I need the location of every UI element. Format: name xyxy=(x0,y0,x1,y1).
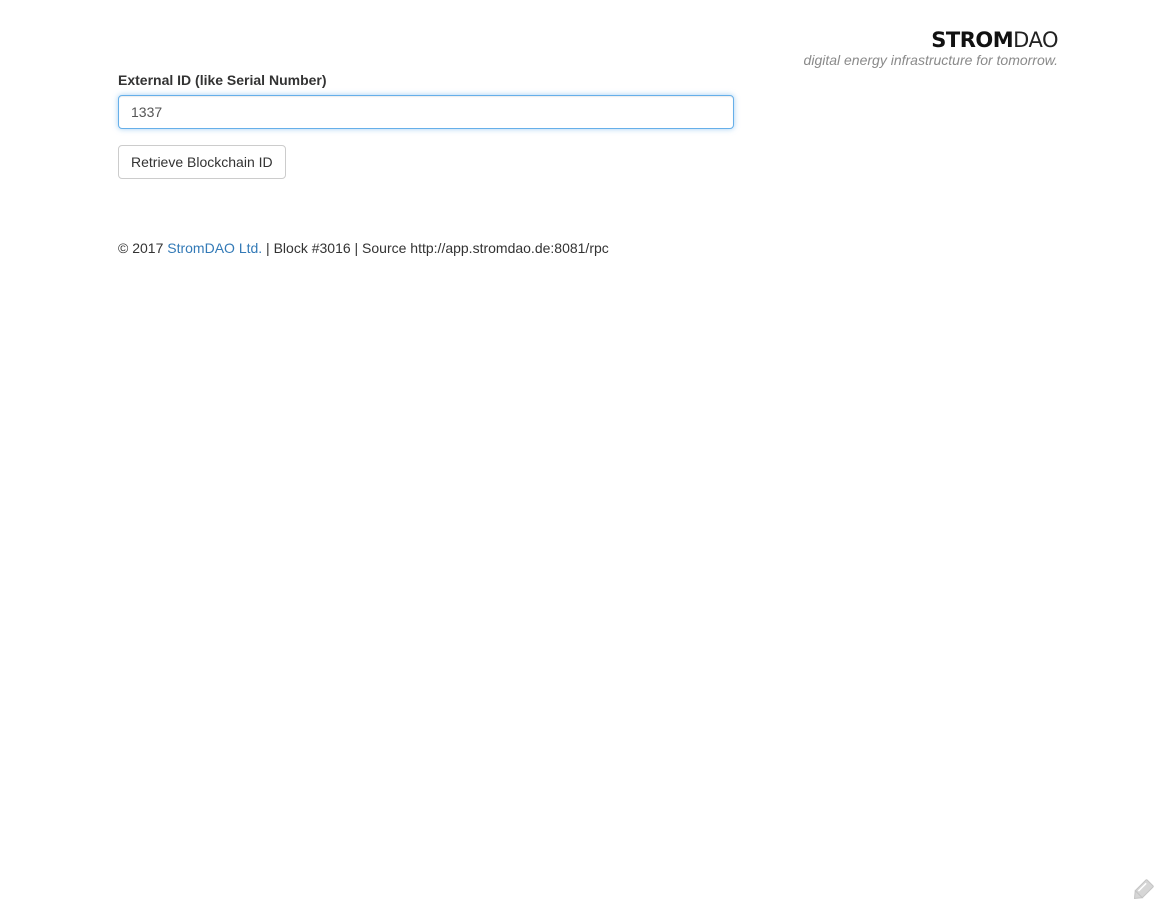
block-source-text: | Block #3016 | Source http://app.stromd… xyxy=(262,240,609,256)
company-link[interactable]: StromDAO Ltd. xyxy=(167,240,262,256)
footer: © 2017 StromDAO Ltd. | Block #3016 | Sou… xyxy=(118,240,609,256)
page: STROMDAO digital energy infrastructure f… xyxy=(0,0,1175,922)
retrieve-blockchain-id-button[interactable]: Retrieve Blockchain ID xyxy=(118,145,286,179)
brand-header: STROMDAO digital energy infrastructure f… xyxy=(803,28,1059,68)
external-id-input[interactable] xyxy=(118,95,734,129)
logo-bold-text: STROM xyxy=(931,28,1014,52)
pencil-icon[interactable] xyxy=(1129,876,1157,904)
tagline: digital energy infrastructure for tomorr… xyxy=(803,52,1058,68)
logo-light-text: DAO xyxy=(1013,28,1058,52)
stromdao-logo: STROMDAO xyxy=(931,28,1058,52)
copyright-text: © 2017 xyxy=(118,240,168,256)
lookup-form: External ID (like Serial Number) Retriev… xyxy=(118,72,734,179)
external-id-label: External ID (like Serial Number) xyxy=(118,72,327,88)
